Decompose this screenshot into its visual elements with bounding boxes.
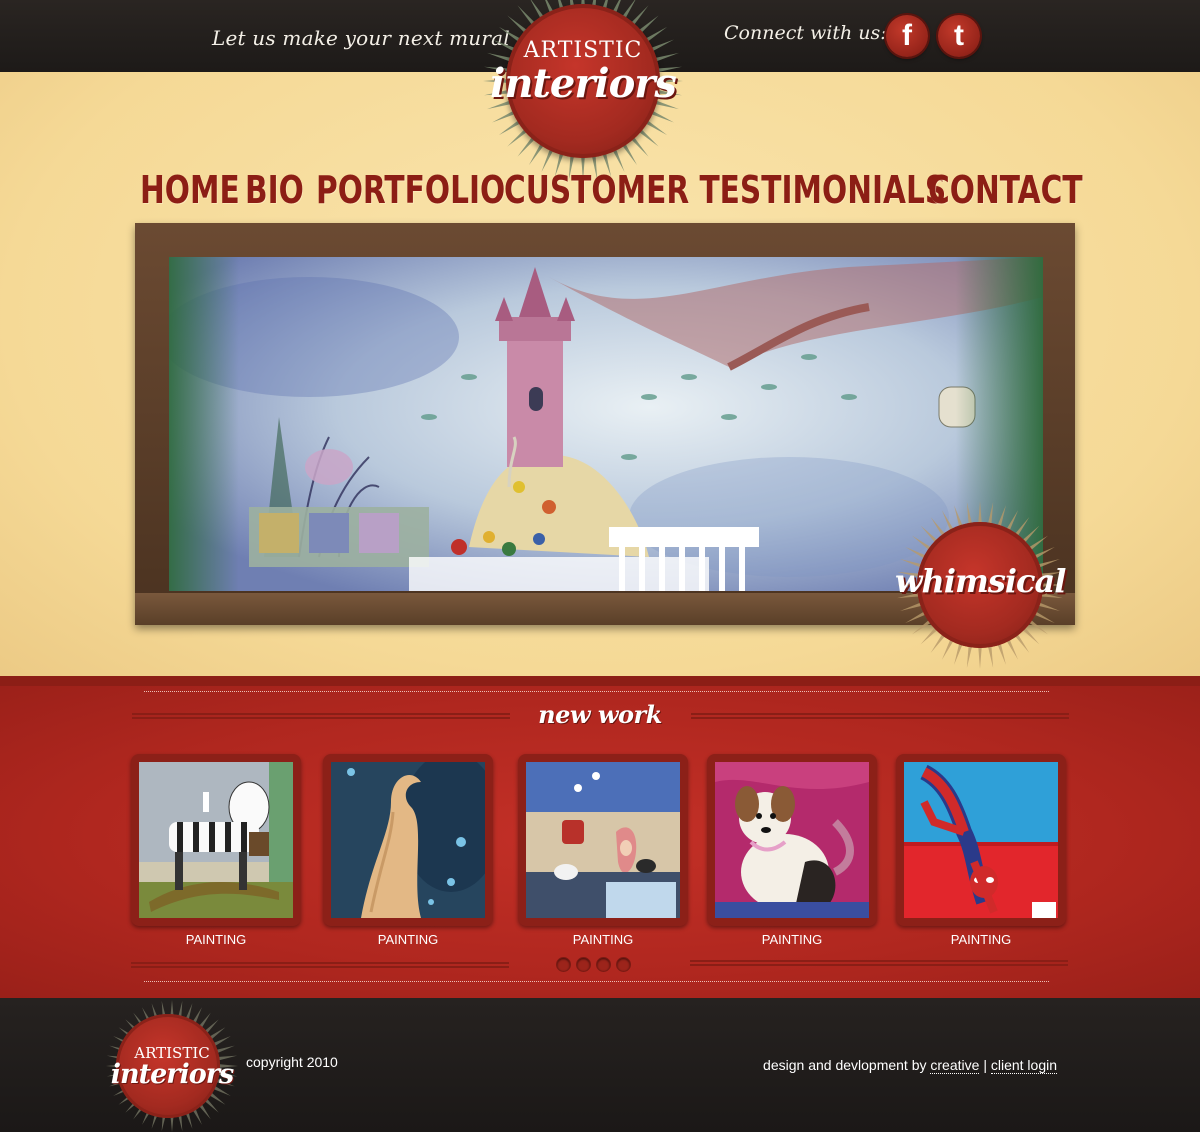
site-logo[interactable]: ARTISTIC interiors — [478, 0, 688, 184]
thumb-image-mermaid-room — [526, 762, 680, 918]
work-thumb-1[interactable]: PAINTING — [131, 754, 301, 947]
pager-rule-left — [131, 962, 509, 968]
creative-link[interactable]: creative — [930, 1057, 980, 1074]
thumb-image-spiderman — [904, 762, 1058, 918]
thumb-image-zebra — [139, 762, 293, 918]
connect-label: Connect with us: — [724, 22, 887, 44]
new-work-heading: new work — [538, 700, 662, 729]
footer-logo-line2: interiors — [110, 1059, 234, 1090]
nav-bio[interactable]: BIO — [245, 168, 304, 212]
work-thumb-4[interactable]: PAINTING — [707, 754, 877, 947]
nav-home[interactable]: HOME — [140, 168, 240, 212]
pager-dot-4[interactable] — [617, 958, 630, 971]
client-login-link[interactable]: client login — [990, 1057, 1057, 1074]
tagline: Let us make your next mural — [212, 26, 510, 50]
thumb-caption-1: PAINTING — [185, 932, 247, 947]
work-thumb-5[interactable]: PAINTING — [896, 754, 1066, 947]
nav-customer-testimonials[interactable]: CUSTOMER TESTIMONIALS — [504, 168, 946, 212]
thumb-caption-3: PAINTING — [572, 932, 634, 947]
pager-dot-1[interactable] — [557, 958, 570, 971]
thumb-caption-2: PAINTING — [377, 932, 439, 947]
footer-credits: design and devlopment by creative | clie… — [763, 1057, 1057, 1074]
bottom-dotted-divider — [144, 981, 1049, 982]
facebook-icon[interactable]: f — [886, 15, 928, 57]
copyright: copyright 2010 — [246, 1054, 338, 1070]
logo-line2: interiors — [490, 60, 677, 107]
pager-dot-3[interactable] — [597, 958, 610, 971]
thumb-image-dog — [715, 762, 869, 918]
work-thumb-2[interactable]: PAINTING — [323, 754, 493, 947]
thumb-image-tentacle — [331, 762, 485, 918]
work-thumb-3[interactable]: PAINTING — [518, 754, 688, 947]
thumb-caption-5: PAINTING — [950, 932, 1012, 947]
nav-portfolio[interactable]: PORTFOLIO — [316, 168, 505, 212]
carousel-pager — [557, 958, 637, 976]
nav-contact[interactable]: CONTACT — [928, 168, 1083, 212]
pager-dot-2[interactable] — [577, 958, 590, 971]
whimsical-badge: whimsical — [895, 500, 1066, 670]
credit-prefix: design and devlopment by — [763, 1057, 927, 1073]
footer-logo[interactable]: ARTISTIC interiors — [102, 1000, 242, 1132]
main-nav: HOME BIO PORTFOLIO CUSTOMER TESTIMONIALS… — [0, 168, 1200, 218]
credit-separator: | — [983, 1057, 987, 1073]
top-dotted-divider — [144, 691, 1049, 692]
thumb-caption-4: PAINTING — [761, 932, 823, 947]
twitter-icon[interactable]: t — [938, 15, 980, 57]
pager-rule-right — [690, 960, 1068, 966]
badge-label: whimsical — [895, 562, 1066, 600]
